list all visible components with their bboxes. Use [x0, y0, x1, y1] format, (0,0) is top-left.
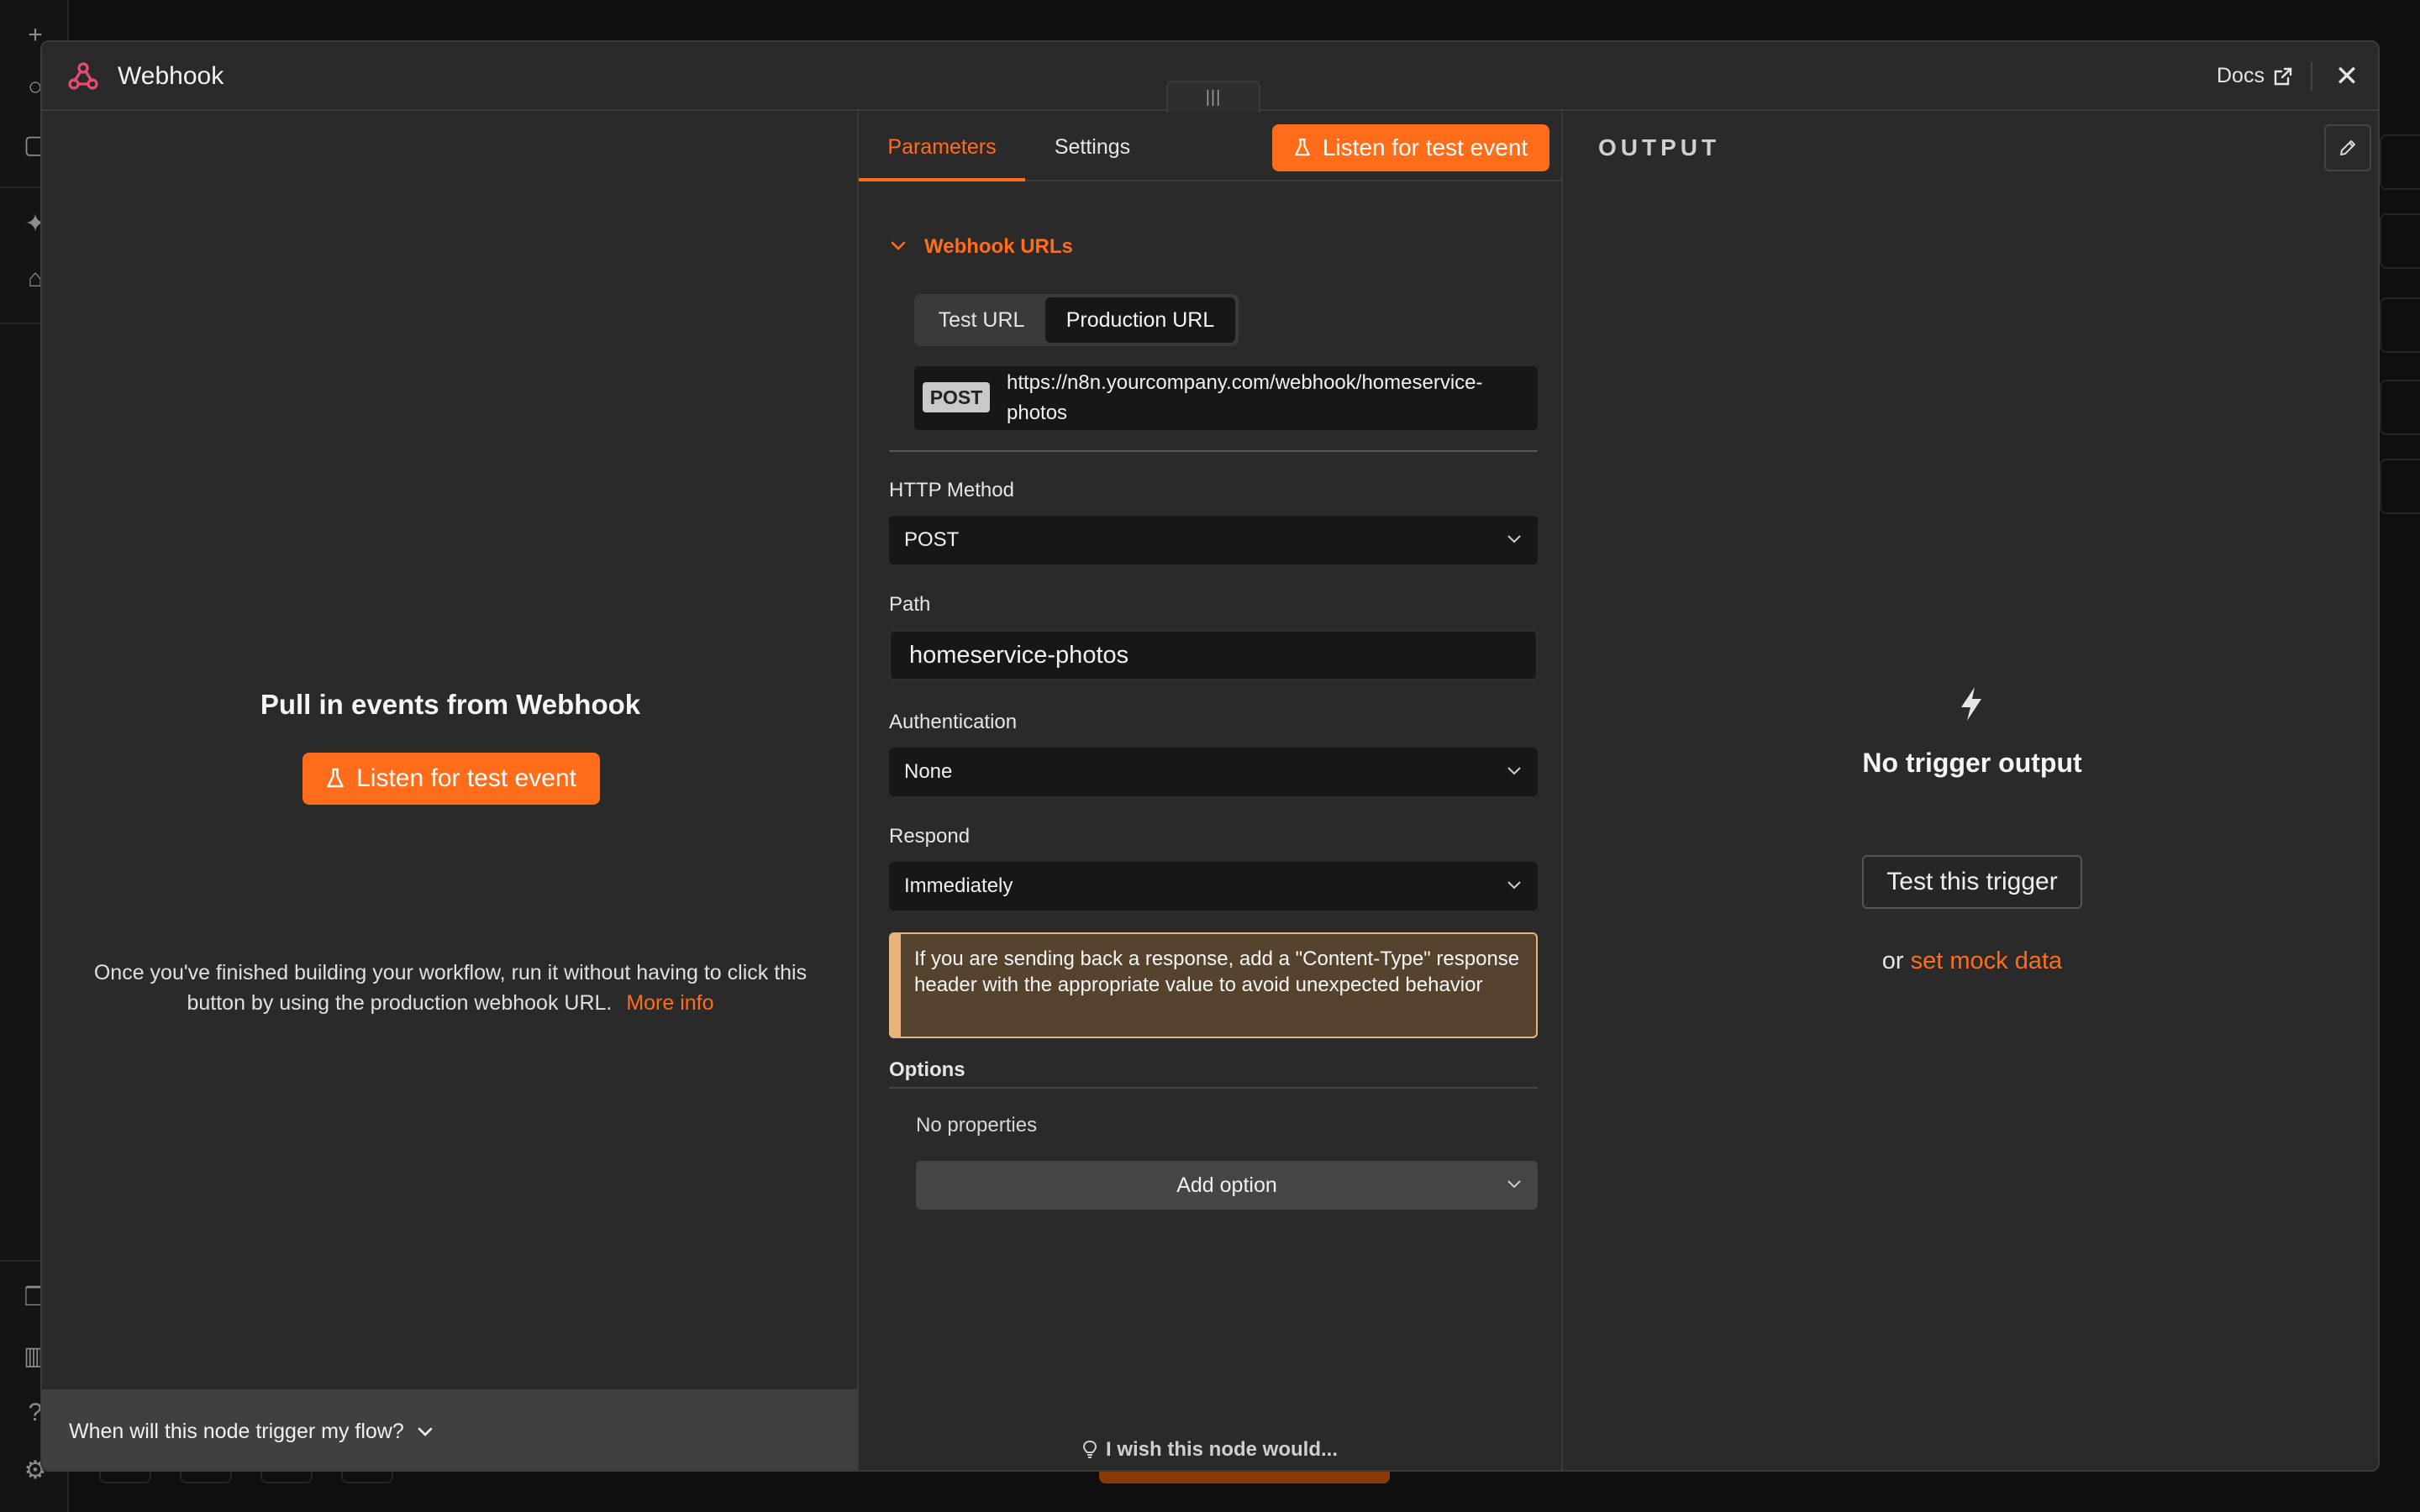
url-type-toggle: Test URL Production URL — [914, 294, 1239, 346]
listen-for-test-event-button[interactable]: Listen for test event — [1272, 124, 1549, 171]
authentication-label: Authentication — [889, 711, 1018, 733]
respond-label: Respond — [889, 825, 971, 848]
background-card — [2380, 297, 2420, 353]
flask-icon — [1294, 138, 1310, 156]
listen-label: Listen for test event — [356, 764, 576, 792]
docs-link[interactable]: Docs — [2217, 64, 2293, 88]
chevron-down-icon — [1507, 881, 1521, 890]
more-info-link[interactable]: More info — [626, 991, 713, 1015]
input-panel: Pull in events from Webhook Listen for t… — [42, 113, 859, 1470]
pencil-icon — [2340, 140, 2355, 155]
authentication-value: None — [904, 760, 953, 783]
chevron-down-icon — [1507, 1180, 1521, 1189]
input-heading: Pull in events from Webhook — [260, 689, 641, 720]
mock-data-line: or set mock data — [1565, 948, 2378, 975]
test-this-trigger-button[interactable]: Test this trigger — [1862, 855, 2082, 909]
http-method-select[interactable]: POST — [889, 516, 1538, 564]
lightbulb-icon — [1082, 1440, 1097, 1458]
path-label: Path — [889, 593, 931, 616]
no-properties-text: No properties — [916, 1114, 1038, 1137]
close-icon: ✕ — [2334, 60, 2360, 92]
webhook-url: https://n8n.yourcompany.com/webhook/home… — [1007, 371, 1483, 424]
webhook-url-box[interactable]: POST https://n8n.yourcompany.com/webhook… — [914, 366, 1538, 430]
no-trigger-output-heading: No trigger output — [1862, 748, 2082, 778]
lightning-bolt-icon — [1961, 687, 1981, 721]
trigger-info-toggle[interactable]: When will this node trigger my flow? — [42, 1389, 857, 1470]
chevron-down-icon — [1507, 767, 1521, 775]
output-panel: OUTPUT No trigger output Test this trigg… — [1565, 113, 2378, 1470]
drag-handle[interactable]: ||| — [1166, 81, 1260, 113]
chevron-down-icon — [891, 241, 906, 250]
background-card — [2380, 134, 2420, 190]
production-url-option[interactable]: Production URL — [1045, 297, 1235, 343]
external-link-icon — [2274, 67, 2292, 85]
modal-title: Webhook — [118, 62, 224, 90]
background-card — [2380, 213, 2420, 269]
http-method-label: HTTP Method — [889, 479, 1014, 501]
listen-for-test-event-button[interactable]: Listen for test event — [302, 753, 600, 805]
parameters-panel: Parameters Settings Listen for test even… — [859, 113, 1563, 1470]
http-method-value: POST — [904, 528, 960, 551]
edit-output-button[interactable] — [2324, 124, 2371, 171]
tab-settings[interactable]: Settings — [1039, 113, 1146, 181]
set-mock-data-link[interactable]: set mock data — [1911, 948, 2063, 974]
listen-label: Listen for test event — [1322, 134, 1528, 160]
output-label: OUTPUT — [1598, 134, 1721, 160]
background-card — [2380, 380, 2420, 435]
method-badge: POST — [923, 382, 990, 412]
close-button[interactable]: ✕ — [2328, 57, 2366, 96]
section-divider — [889, 450, 1538, 452]
chevron-down-icon — [418, 1427, 433, 1436]
trigger-info-label: When will this node trigger my flow? — [69, 1419, 404, 1443]
feedback-link[interactable]: I wish this node would... — [859, 1438, 1561, 1462]
test-url-option[interactable]: Test URL — [918, 297, 1045, 343]
background-card — [2380, 459, 2420, 514]
respond-select[interactable]: Immediately — [889, 862, 1538, 911]
panel-tabs: Parameters Settings Listen for test even… — [859, 113, 1561, 181]
webhook-urls-toggle[interactable]: Webhook URLs — [889, 235, 1073, 259]
feedback-label: I wish this node would... — [1106, 1438, 1338, 1461]
node-details-modal: Webhook Docs ✕ ||| Pull in events from W… — [40, 40, 2380, 1472]
webhook-urls-title: Webhook URLs — [924, 235, 1073, 258]
add-option-button[interactable]: Add option — [916, 1161, 1538, 1210]
add-option-label: Add option — [1176, 1173, 1277, 1197]
or-text: or — [1881, 948, 1904, 974]
chevron-down-icon — [1507, 535, 1521, 543]
flask-icon — [327, 768, 344, 788]
content-type-notice: If you are sending back a response, add … — [889, 932, 1538, 1038]
webhook-logo-icon — [68, 62, 98, 90]
docs-label: Docs — [2217, 64, 2265, 87]
header-separator — [2311, 62, 2312, 91]
respond-value: Immediately — [904, 874, 1013, 897]
options-label: Options — [889, 1058, 965, 1081]
authentication-select[interactable]: None — [889, 748, 1538, 796]
options-divider — [889, 1087, 1538, 1089]
tab-parameters[interactable]: Parameters — [859, 113, 1025, 181]
path-input[interactable]: homeservice-photos — [889, 630, 1538, 680]
input-info-text: Once you've finished building your workf… — [76, 958, 825, 1018]
